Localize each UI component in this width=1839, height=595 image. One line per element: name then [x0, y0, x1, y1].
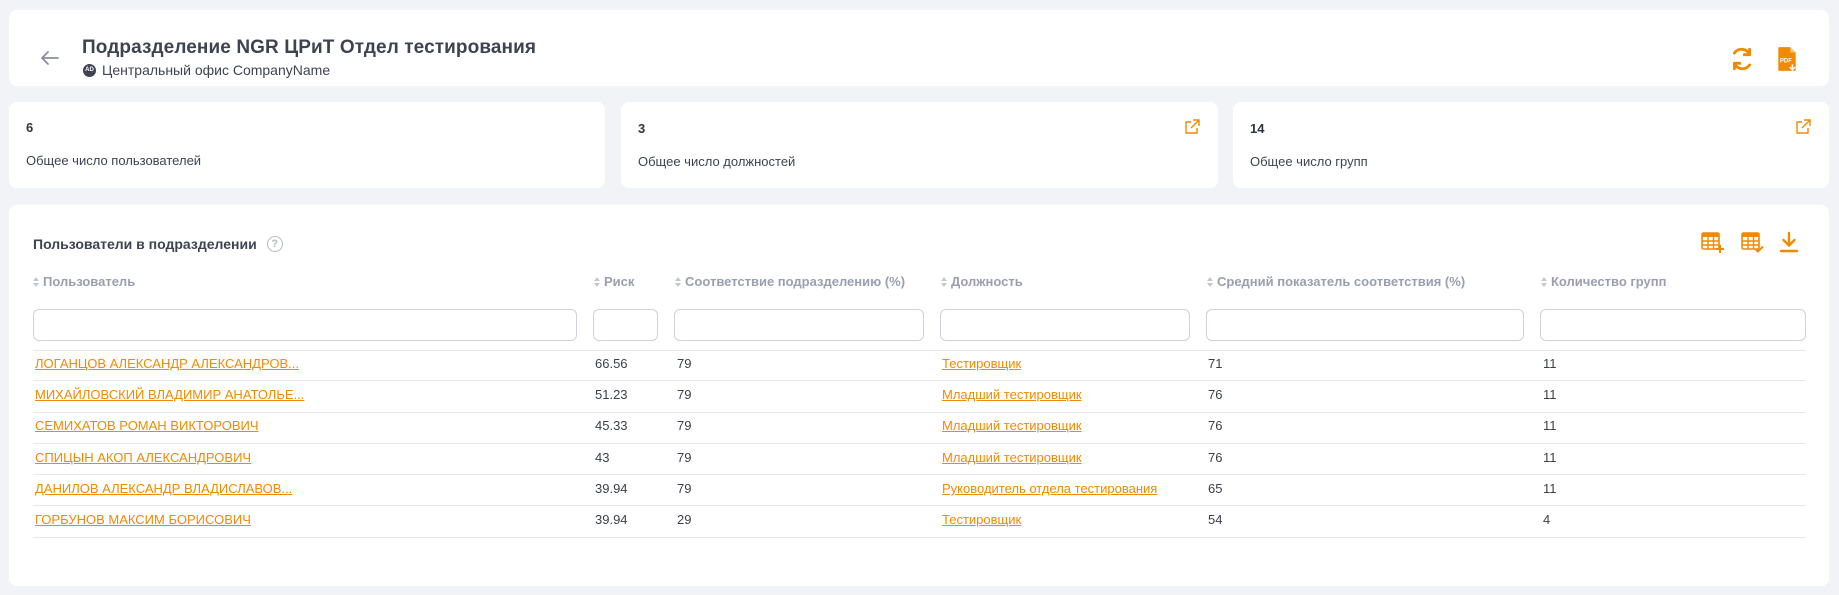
match-value: 29 — [677, 512, 692, 527]
svg-text:PDF: PDF — [1780, 58, 1792, 64]
avg-value: 76 — [1208, 418, 1223, 433]
refresh-icon[interactable] — [1729, 46, 1755, 72]
position-link[interactable]: Тестировщик — [942, 512, 1021, 527]
table-divider — [33, 350, 1806, 351]
ad-badge-icon: AD — [83, 63, 96, 77]
match-value: 79 — [677, 481, 692, 496]
position-link[interactable]: Младший тестировщик — [942, 450, 1082, 465]
section-title-text: Пользователи в подразделении — [33, 236, 257, 252]
section-title: Пользователи в подразделении ? — [33, 236, 283, 252]
user-link[interactable]: ЛОГАНЦОВ АЛЕКСАНДР АЛЕКСАНДРОВ... — [35, 356, 299, 371]
sort-icon — [1207, 276, 1213, 287]
risk-value: 39.94 — [595, 481, 628, 496]
risk-value: 51.23 — [595, 387, 628, 402]
user-link[interactable]: ГОРБУНОВ МАКСИМ БОРИСОВИЧ — [35, 512, 251, 527]
stat-card-users: 6 Общее число пользователей — [9, 102, 605, 188]
match-value: 79 — [677, 387, 692, 402]
groups-value: 11 — [1543, 387, 1557, 402]
position-link[interactable]: Младший тестировщик — [942, 418, 1082, 433]
avg-value: 65 — [1208, 481, 1223, 496]
filter-risk-input[interactable] — [593, 309, 658, 341]
users-table-card: Пользователи в подразделении ? Пользоват… — [9, 205, 1829, 586]
avg-value: 76 — [1208, 450, 1223, 465]
table-divider — [33, 537, 1806, 538]
groups-count: 14 — [1250, 121, 1265, 136]
filter-groups-input[interactable] — [1540, 309, 1806, 341]
filter-match-input[interactable] — [674, 309, 924, 341]
stat-card-groups: 14 Общее число групп — [1233, 102, 1829, 188]
table-add-icon[interactable] — [1700, 230, 1724, 254]
user-link[interactable]: МИХАЙЛОВСКИЙ ВЛАДИМИР АНАТОЛЬЕ... — [35, 387, 304, 402]
column-header-position[interactable]: Должность — [941, 274, 1023, 289]
column-header-groups[interactable]: Количество групп — [1541, 274, 1667, 289]
page-header: Подразделение NGR ЦРиТ Отдел тестировани… — [9, 10, 1829, 86]
groups-label: Общее число групп — [1250, 154, 1368, 169]
filter-position-input[interactable] — [940, 309, 1190, 341]
column-header-risk[interactable]: Риск — [594, 274, 634, 289]
users-count: 6 — [26, 120, 34, 135]
risk-value: 43 — [595, 450, 610, 465]
stat-card-positions: 3 Общее число должностей — [621, 102, 1218, 188]
office-name: Центральный офис CompanyName — [102, 62, 331, 78]
table-divider — [33, 474, 1806, 475]
users-label: Общее число пользователей — [26, 153, 202, 168]
table-divider — [33, 443, 1806, 444]
sort-icon — [941, 276, 947, 287]
table-divider — [33, 412, 1806, 413]
pdf-export-icon[interactable]: PDF — [1774, 46, 1800, 72]
avg-value: 76 — [1208, 387, 1223, 402]
risk-value: 45.33 — [595, 418, 628, 433]
filter-user-input[interactable] — [33, 309, 577, 341]
page-title: Подразделение NGR ЦРиТ Отдел тестировани… — [82, 37, 537, 58]
external-link-icon[interactable] — [1795, 119, 1811, 135]
position-link[interactable]: Руководитель отдела тестирования — [942, 481, 1157, 496]
position-link[interactable]: Тестировщик — [942, 356, 1021, 371]
match-value: 79 — [677, 356, 692, 371]
question-circle-icon[interactable]: ? — [266, 236, 283, 252]
user-link[interactable]: СЕМИХАТОВ РОМАН ВИКТОРОВИЧ — [35, 418, 259, 433]
table-check-icon[interactable] — [1740, 230, 1764, 254]
risk-value: 39.94 — [595, 512, 628, 527]
groups-value: 11 — [1543, 481, 1557, 496]
sort-icon — [33, 276, 39, 287]
sort-icon — [675, 276, 681, 287]
sort-icon — [1541, 276, 1547, 287]
groups-value: 11 — [1543, 356, 1557, 371]
groups-value: 4 — [1543, 512, 1551, 527]
user-link[interactable]: СПИЦЫН АКОП АЛЕКСАНДРОВИЧ — [35, 450, 251, 465]
external-link-icon[interactable] — [1184, 119, 1200, 135]
column-header-avg[interactable]: Средний показатель соответствия (%) — [1207, 274, 1465, 289]
match-value: 79 — [677, 450, 692, 465]
table-divider — [33, 505, 1806, 506]
table-divider — [33, 380, 1806, 381]
arrow-left-icon[interactable] — [38, 46, 62, 70]
filter-avg-input[interactable] — [1206, 309, 1524, 341]
match-value: 79 — [677, 418, 692, 433]
user-link[interactable]: ДАНИЛОВ АЛЕКСАНДР ВЛАДИСЛАВОВ... — [35, 481, 292, 496]
avg-value: 54 — [1208, 512, 1223, 527]
download-icon[interactable] — [1777, 230, 1801, 254]
sort-icon — [594, 276, 600, 287]
risk-value: 66.56 — [595, 356, 628, 371]
positions-label: Общее число должностей — [638, 154, 796, 169]
groups-value: 11 — [1543, 450, 1557, 465]
positions-count: 3 — [638, 121, 646, 136]
page-subtitle: AD Центральный офис CompanyName — [83, 62, 330, 78]
position-link[interactable]: Младший тестировщик — [942, 387, 1082, 402]
avg-value: 71 — [1208, 356, 1223, 371]
column-header-user[interactable]: Пользователь — [33, 274, 135, 289]
column-header-match[interactable]: Соответствие подразделению (%) — [675, 274, 905, 289]
groups-value: 11 — [1543, 418, 1557, 433]
